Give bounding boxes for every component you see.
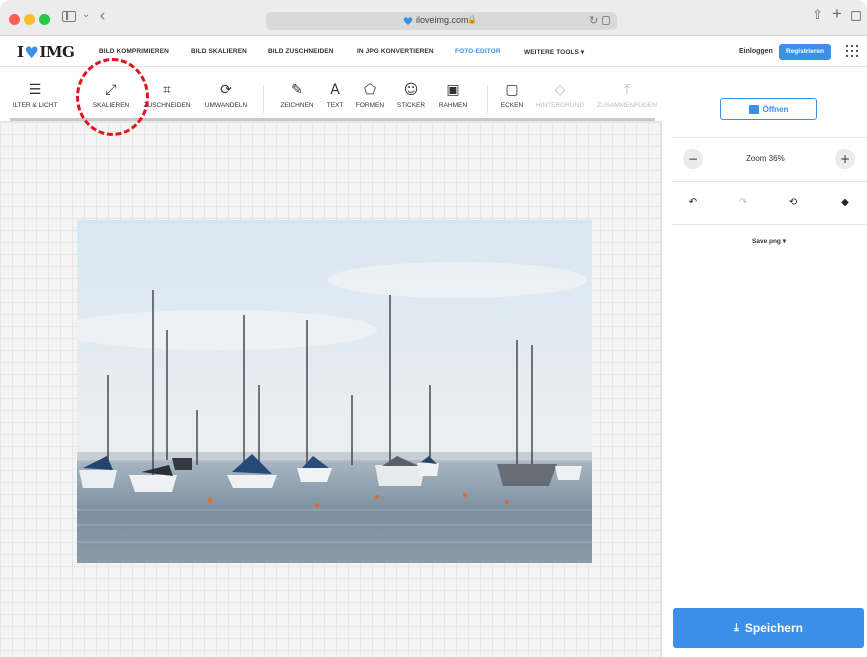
tool-filter-licht[interactable]: ☰ ILTER & LICHT [5, 81, 65, 109]
tool-umwandeln[interactable]: ⟳ UMWANDELN [196, 81, 256, 109]
minimize-window-button[interactable] [24, 14, 35, 25]
panel-divider [672, 181, 867, 182]
tab-overview-icon[interactable] [851, 11, 861, 21]
login-link[interactable]: Einloggen [739, 48, 773, 55]
nav-bild-skalieren[interactable]: BILD SKALIEREN [191, 48, 247, 55]
background-icon: ◇ [554, 82, 566, 98]
sidebar-toggle-icon[interactable] [62, 11, 76, 22]
layers-icon[interactable]: ◆ [834, 192, 856, 214]
nav-bild-komprimieren[interactable]: BILD KOMPRIMIEREN [99, 48, 169, 55]
address-url: iloveimg.com [416, 15, 469, 25]
save-button[interactable]: ⤓ Speichern [673, 608, 864, 648]
heart-icon: ♥ [24, 42, 39, 62]
browser-chrome: ⌄ ‹ iloveimg.com 🔒 ↻ ⇧ + [0, 0, 867, 36]
sliders-icon: ☰ [28, 82, 42, 98]
zoom-in-button[interactable]: + [835, 149, 855, 169]
frame-icon: ▣ [446, 82, 460, 98]
iloveimg-logo[interactable]: I ♥ IMG [17, 42, 75, 62]
tool-rahmen[interactable]: ▣ RAHMEN [423, 81, 483, 109]
open-button[interactable]: Öffnen [720, 98, 817, 120]
transform-icon: ⟳ [220, 82, 232, 98]
back-arrow-icon[interactable]: ‹ [99, 6, 106, 26]
reload-icon[interactable]: ↻ [589, 14, 598, 27]
annotation-circle [76, 58, 149, 136]
extension-icon[interactable] [602, 16, 610, 25]
address-bar[interactable]: iloveimg.com 🔒 ↻ [266, 12, 617, 30]
panel-divider [672, 137, 867, 138]
close-window-button[interactable] [9, 14, 20, 25]
toolbar-divider [263, 85, 264, 113]
history-icon[interactable]: ⟲ [782, 192, 804, 214]
nav-in-jpg-konvertieren[interactable]: IN JPG KONVERTIEREN [357, 48, 434, 55]
chevron-down-icon[interactable]: ⌄ [82, 9, 90, 20]
nav-weitere-tools[interactable]: WEITERE TOOLS ▾ [524, 48, 584, 56]
maximize-window-button[interactable] [39, 14, 50, 25]
share-icon[interactable]: ⇧ [812, 7, 823, 23]
zoom-level: Zoom 36% [746, 154, 785, 163]
image-icon [748, 104, 759, 114]
lock-icon: 🔒 [467, 15, 477, 24]
apps-grid-icon[interactable] [846, 45, 858, 57]
tool-zusammenfuegen[interactable]: ⤒ ZUSAMMENFÜGEN [597, 81, 657, 109]
nav-bild-zuschneiden[interactable]: BILD ZUSCHNEIDEN [268, 48, 334, 55]
edited-photo[interactable] [77, 220, 592, 563]
site-favicon-icon [403, 17, 413, 25]
new-tab-icon[interactable]: + [832, 4, 842, 24]
download-icon: ⤓ [734, 621, 739, 634]
tool-hintergrund[interactable]: ◇ HINTERGRUND [530, 81, 590, 109]
nav-foto-editor[interactable]: FOTO-EDITOR [455, 48, 501, 55]
redo-icon[interactable]: ↷ [732, 192, 754, 214]
panel-divider [672, 224, 867, 225]
save-format-dropdown[interactable]: Save png ▾ [752, 237, 786, 245]
register-button[interactable]: Registrieren [779, 44, 831, 60]
merge-icon: ⤒ [623, 82, 631, 98]
right-panel: Öffnen − Zoom 36% + ↶ ↷ ⟲ ◆ Save png ▾ ⤓… [663, 67, 867, 657]
undo-icon[interactable]: ↶ [682, 192, 704, 214]
zoom-out-button[interactable]: − [683, 149, 703, 169]
